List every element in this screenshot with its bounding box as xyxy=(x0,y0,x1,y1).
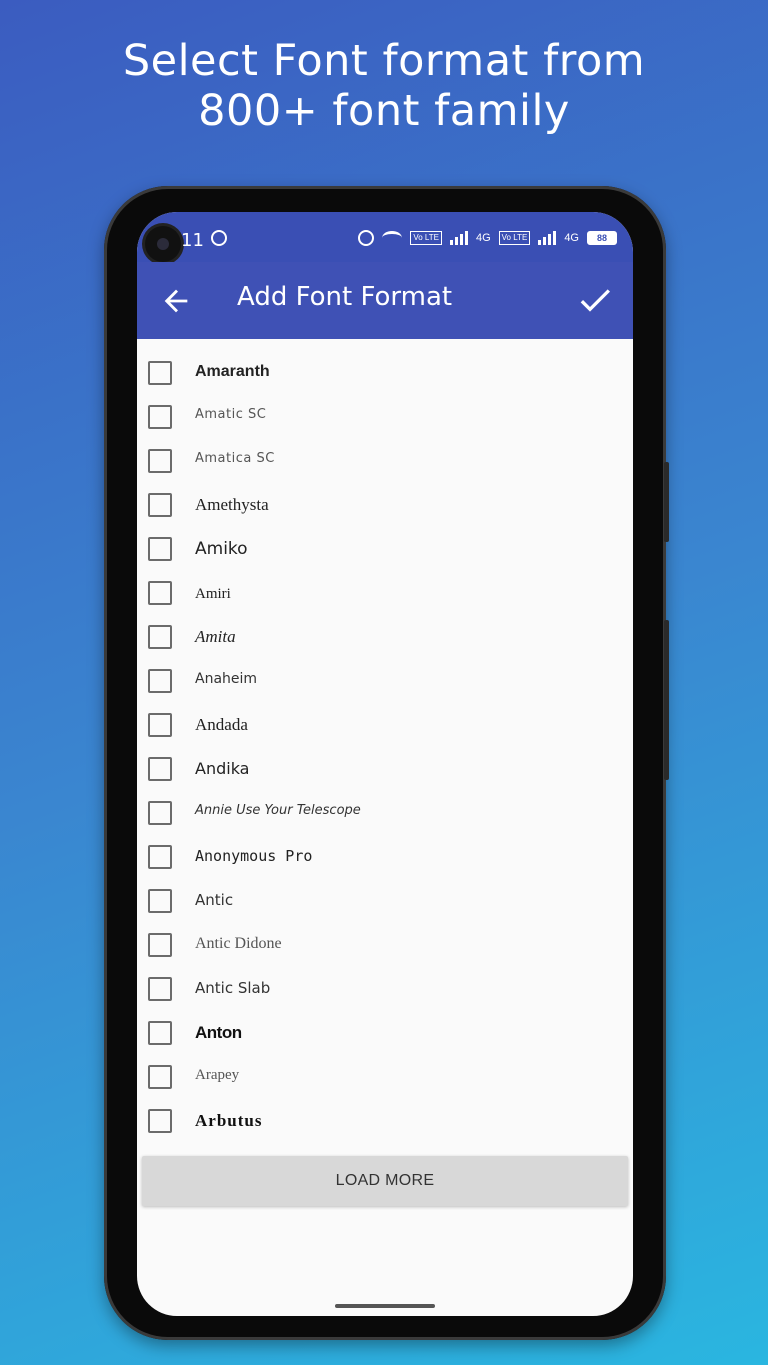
page-title: Add Font Format xyxy=(237,282,453,312)
checkbox[interactable] xyxy=(148,1109,172,1133)
font-name: Amaranth xyxy=(195,363,270,380)
headline-line-1: Select Font format from xyxy=(122,36,646,86)
checkbox[interactable] xyxy=(148,669,172,693)
font-name: Amiko xyxy=(195,539,248,559)
font-name: Antic Slab xyxy=(195,979,271,997)
font-name: Anonymous Pro xyxy=(195,847,313,865)
font-name: Antic xyxy=(195,891,234,909)
list-item[interactable]: Arapey xyxy=(137,1056,633,1100)
volume-button xyxy=(664,462,669,542)
list-item[interactable]: Antic Didone xyxy=(137,924,633,968)
signal-icon xyxy=(449,231,468,245)
font-name: Amatica SC xyxy=(195,451,275,466)
list-item[interactable]: Annie Use Your Telescope xyxy=(137,792,633,836)
wifi-icon xyxy=(382,231,403,245)
checkbox[interactable] xyxy=(148,933,172,957)
list-item[interactable]: Amatic SC xyxy=(137,396,633,440)
font-name: Andika xyxy=(195,759,250,778)
battery-icon: 88 xyxy=(587,231,617,245)
checkbox[interactable] xyxy=(148,405,172,429)
list-item[interactable]: Anonymous Pro xyxy=(137,836,633,880)
font-name: Annie Use Your Telescope xyxy=(195,803,361,818)
font-name: Arbutus xyxy=(195,1111,263,1130)
checkbox[interactable] xyxy=(148,889,172,913)
front-camera xyxy=(145,226,181,262)
font-name: Amethysta xyxy=(195,495,269,514)
arrow-back-icon[interactable] xyxy=(159,284,193,318)
list-item[interactable]: Amaranth xyxy=(137,352,633,396)
status-icons: Vo LTE 4G Vo LTE 4G 88 xyxy=(358,230,617,246)
network-type-label: 4G xyxy=(475,232,491,244)
checkbox[interactable] xyxy=(148,1021,172,1045)
volte-icon-2: Vo LTE xyxy=(498,231,531,245)
list-item[interactable]: Andika xyxy=(137,748,633,792)
list-item[interactable]: Anton xyxy=(137,1012,633,1056)
list-item[interactable]: Antic xyxy=(137,880,633,924)
checkbox[interactable] xyxy=(148,537,172,561)
home-indicator[interactable] xyxy=(335,1304,435,1308)
font-name: Amita xyxy=(195,627,236,646)
font-name: Anton xyxy=(195,1023,242,1042)
checkbox[interactable] xyxy=(148,713,172,737)
font-name: Andada xyxy=(195,715,248,734)
power-button xyxy=(664,620,669,780)
checkbox[interactable] xyxy=(148,977,172,1001)
phone-screen: 11 Vo LTE 4G Vo LTE 4G 88 Add Font Forma… xyxy=(137,212,633,1316)
checkbox[interactable] xyxy=(148,361,172,385)
app-bar: Add Font Format xyxy=(137,262,633,339)
font-name: Amiri xyxy=(195,586,231,602)
checkbox[interactable] xyxy=(148,801,172,825)
checkbox[interactable] xyxy=(148,625,172,649)
checkbox[interactable] xyxy=(148,757,172,781)
checkbox[interactable] xyxy=(148,1065,172,1089)
list-item[interactable]: Amatica SC xyxy=(137,440,633,484)
check-icon[interactable] xyxy=(575,280,615,320)
load-more-button[interactable]: LOAD MORE xyxy=(142,1156,628,1206)
list-item[interactable]: Amethysta xyxy=(137,484,633,528)
font-name: Anaheim xyxy=(195,671,258,687)
list-item[interactable]: Antic Slab xyxy=(137,968,633,1012)
volte-icon: Vo LTE xyxy=(410,231,442,245)
checkbox[interactable] xyxy=(148,449,172,473)
status-bar: 11 Vo LTE 4G Vo LTE 4G 88 xyxy=(137,212,633,262)
status-time: 11 xyxy=(181,230,204,251)
font-name: Antic Didone xyxy=(195,935,282,952)
alarm-icon xyxy=(358,230,375,246)
font-name: Amatic SC xyxy=(195,407,267,422)
checkbox[interactable] xyxy=(148,845,172,869)
at-icon xyxy=(211,230,227,246)
font-name: Arapey xyxy=(195,1067,240,1083)
signal-icon-2 xyxy=(538,231,557,245)
list-item[interactable]: Amita xyxy=(137,616,633,660)
list-item[interactable]: Andada xyxy=(137,704,633,748)
promo-headline: Select Font format from 800+ font family xyxy=(0,36,768,136)
list-item[interactable]: Anaheim xyxy=(137,660,633,704)
list-item[interactable]: Arbutus xyxy=(137,1100,633,1144)
network-type-label-2: 4G xyxy=(564,232,579,244)
headline-line-2: 800+ font family xyxy=(198,86,570,136)
checkbox[interactable] xyxy=(148,493,172,517)
list-item[interactable]: Amiko xyxy=(137,528,633,572)
list-item[interactable]: Amiri xyxy=(137,572,633,616)
checkbox[interactable] xyxy=(148,581,172,605)
